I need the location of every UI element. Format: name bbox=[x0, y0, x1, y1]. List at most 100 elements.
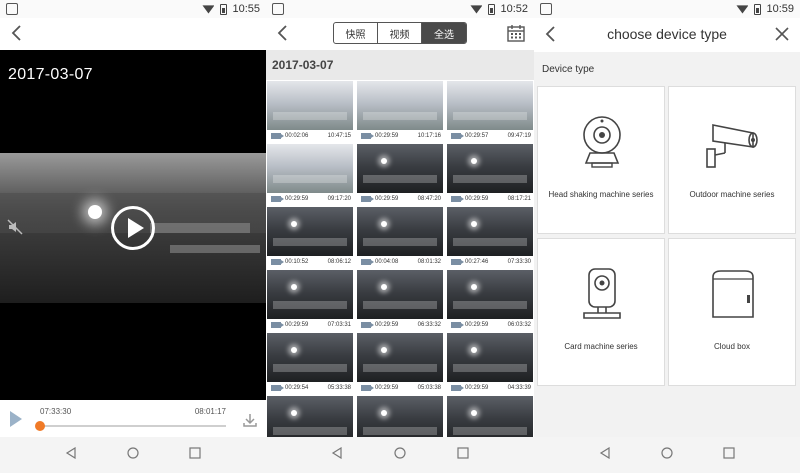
nav-recents-icon[interactable] bbox=[723, 446, 735, 464]
device-card-card-machine[interactable]: Card machine series bbox=[537, 238, 665, 386]
video-thumbnail[interactable] bbox=[267, 396, 353, 437]
video-light bbox=[88, 205, 102, 219]
thumbnail-duration: 00:29:59 bbox=[375, 132, 399, 139]
thumbnail-desk bbox=[363, 238, 437, 246]
video-thumbnail[interactable]: 00:29:59 06:03:32 bbox=[447, 270, 533, 330]
thumbnail-light bbox=[471, 347, 477, 353]
video-thumbnail[interactable]: 00:29:59 07:03:31 bbox=[267, 270, 353, 330]
thumbnail-desk bbox=[363, 301, 437, 309]
video-camera-icon bbox=[361, 321, 374, 328]
video-thumbnail[interactable]: 00:02:06 10:47:15 bbox=[267, 81, 353, 141]
wifi-icon bbox=[736, 5, 749, 14]
thumbnail-duration: 00:10:52 bbox=[285, 258, 309, 265]
thumbnail-desk bbox=[453, 427, 527, 435]
device-card-label: Cloud box bbox=[713, 342, 751, 351]
thumbnail-light bbox=[291, 347, 297, 353]
video-thumbnail[interactable]: 00:29:59 10:17:16 bbox=[357, 81, 443, 141]
thumbnail-timestamp: 08:01:32 bbox=[417, 258, 441, 265]
nav-back-icon[interactable] bbox=[331, 446, 343, 464]
back-icon[interactable] bbox=[10, 24, 22, 47]
close-icon[interactable] bbox=[774, 26, 790, 47]
video-thumbnail[interactable] bbox=[357, 396, 443, 437]
video-thumbnail[interactable]: 00:29:59 08:17:21 bbox=[447, 144, 533, 204]
device-card-label: Outdoor machine series bbox=[689, 190, 775, 199]
thumbnail-light bbox=[291, 410, 297, 416]
video-thumbnail[interactable]: 00:29:54 05:33:38 bbox=[267, 333, 353, 393]
nav-back-icon[interactable] bbox=[65, 446, 77, 464]
device-card-outdoor[interactable]: Outdoor machine series bbox=[668, 86, 796, 234]
thumbnail-light bbox=[381, 221, 387, 227]
thumbnail-timestamp: 10:47:15 bbox=[327, 132, 351, 139]
thumbnail-timestamp: 08:17:21 bbox=[507, 195, 531, 202]
thumbnail-desk bbox=[453, 112, 527, 120]
nav-recents-icon[interactable] bbox=[457, 446, 469, 464]
thumbnail-meta: 00:10:52 08:06:12 bbox=[267, 256, 353, 267]
thumbnail-timestamp: 07:03:31 bbox=[327, 321, 351, 328]
device-card-head-shaking[interactable]: Head shaking machine series bbox=[537, 86, 665, 234]
play-icon[interactable] bbox=[10, 411, 22, 427]
thumbnail-duration: 00:29:59 bbox=[285, 195, 309, 202]
video-camera-icon bbox=[451, 321, 464, 328]
thumbnail-duration: 00:29:59 bbox=[285, 321, 309, 328]
nav-back-icon[interactable] bbox=[599, 446, 611, 464]
video-thumbnail[interactable]: 00:29:59 08:47:20 bbox=[357, 144, 443, 204]
thumbnail-timestamp: 09:17:20 bbox=[327, 195, 351, 202]
video-thumbnail[interactable]: 00:29:59 04:33:39 bbox=[447, 333, 533, 393]
device-card-label: Card machine series bbox=[564, 342, 638, 351]
thumbnail-image bbox=[267, 270, 353, 319]
device-type-toolbar: choose device type bbox=[534, 18, 800, 52]
thumbnail-grid: 00:02:06 10:47:15 00:29:59 10:17:16 00:29:57… bbox=[266, 81, 534, 437]
card-camera-icon bbox=[583, 268, 621, 319]
thumbnail-image bbox=[447, 81, 533, 130]
video-thumbnail[interactable]: 00:29:59 05:03:38 bbox=[357, 333, 443, 393]
mute-icon[interactable] bbox=[6, 218, 24, 241]
video-thumbnail[interactable] bbox=[447, 396, 533, 437]
video-thumbnail[interactable]: 00:04:08 08:01:32 bbox=[357, 207, 443, 267]
nav-home-icon[interactable] bbox=[394, 446, 406, 464]
tab-video[interactable]: 视频 bbox=[378, 23, 422, 43]
thumbnail-duration: 00:29:54 bbox=[285, 384, 309, 391]
gallery-screen: 10:52 快照 视频 全选 2017-03-07 00:02:06 10:47:… bbox=[266, 0, 534, 473]
video-camera-icon bbox=[361, 384, 374, 391]
calendar-icon[interactable] bbox=[506, 23, 526, 48]
thumbnail-meta: 00:27:46 07:33:30 bbox=[447, 256, 533, 267]
status-bar: 10:55 bbox=[0, 0, 266, 18]
play-overlay-button[interactable] bbox=[111, 206, 155, 250]
nav-recents-icon[interactable] bbox=[189, 446, 201, 464]
seek-track[interactable] bbox=[40, 425, 226, 427]
thumbnail-duration: 00:29:59 bbox=[465, 195, 489, 202]
thumbnail-meta: 00:29:59 09:17:20 bbox=[267, 193, 353, 204]
battery-icon bbox=[488, 3, 496, 15]
video-camera-icon bbox=[271, 195, 284, 202]
tab-select-all[interactable]: 全选 bbox=[422, 23, 466, 43]
nav-home-icon[interactable] bbox=[661, 446, 673, 464]
tab-snapshot[interactable]: 快照 bbox=[334, 23, 378, 43]
thumbnail-light bbox=[471, 284, 477, 290]
status-time: 10:55 bbox=[232, 3, 260, 15]
thumbnail-image bbox=[267, 207, 353, 256]
video-camera-icon bbox=[271, 321, 284, 328]
video-thumbnail[interactable]: 00:10:52 08:06:12 bbox=[267, 207, 353, 267]
thumbnail-duration: 00:29:59 bbox=[375, 321, 399, 328]
thumbnail-desk bbox=[363, 427, 437, 435]
thumbnail-desk bbox=[453, 238, 527, 246]
thumbnail-image bbox=[267, 144, 353, 193]
back-icon[interactable] bbox=[276, 24, 288, 47]
nav-home-icon[interactable] bbox=[127, 446, 139, 464]
download-icon[interactable] bbox=[242, 412, 258, 433]
bullet-camera-icon bbox=[706, 124, 758, 168]
thumbnail-image bbox=[447, 270, 533, 319]
video-thumbnail[interactable]: 00:27:46 07:33:30 bbox=[447, 207, 533, 267]
thumbnail-timestamp: 08:47:20 bbox=[417, 195, 441, 202]
video-thumbnail[interactable]: 00:29:59 06:33:32 bbox=[357, 270, 443, 330]
video-thumbnail[interactable]: 00:29:59 09:17:20 bbox=[267, 144, 353, 204]
device-card-cloud-box[interactable]: Cloud box bbox=[668, 238, 796, 386]
video-thumbnail[interactable]: 00:29:57 09:47:19 bbox=[447, 81, 533, 141]
thumbnail-desk bbox=[363, 175, 437, 183]
thumbnail-meta: 00:29:59 06:33:32 bbox=[357, 319, 443, 330]
thumbnail-desk bbox=[453, 301, 527, 309]
seek-thumb[interactable] bbox=[35, 421, 45, 431]
thumbnail-timestamp: 04:33:39 bbox=[507, 384, 531, 391]
thumbnail-light bbox=[471, 158, 477, 164]
page-title: choose device type bbox=[607, 26, 727, 42]
